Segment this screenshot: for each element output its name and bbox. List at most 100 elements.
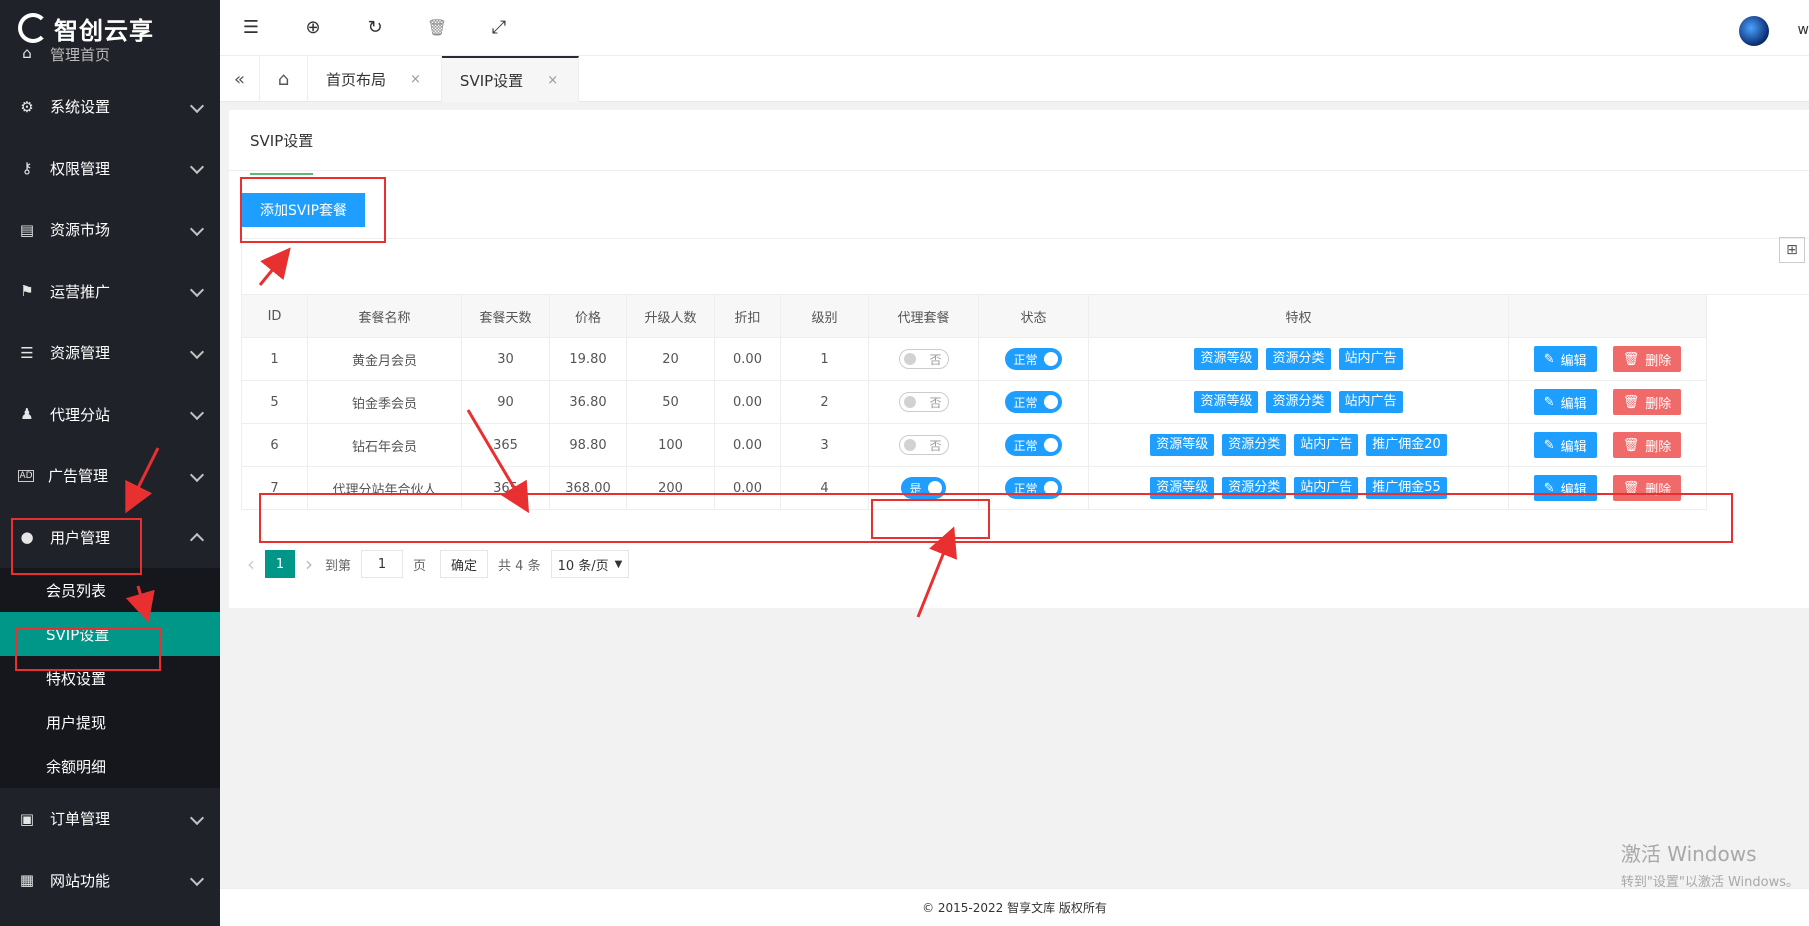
tab-label: 首页布局 bbox=[326, 70, 387, 89]
username[interactable]: w bbox=[1798, 22, 1809, 38]
edit-button[interactable]: ✎ 编辑 bbox=[1533, 475, 1597, 501]
group-icon: ♟ bbox=[20, 405, 34, 424]
close-icon[interactable]: × bbox=[410, 72, 421, 87]
cell-discount: 0.00 bbox=[714, 423, 781, 467]
sidebar-item-market[interactable]: ▤ 资源市场 bbox=[0, 199, 220, 261]
cell-price: 19.80 bbox=[549, 337, 627, 381]
double-chevron-left-icon[interactable]: « bbox=[220, 56, 260, 102]
col-header-price[interactable]: 价格 bbox=[549, 294, 627, 338]
delete-button[interactable]: 🗑 删除 bbox=[1612, 475, 1682, 501]
agent-toggle[interactable]: 否 bbox=[898, 349, 949, 369]
col-header-id[interactable]: ID bbox=[241, 294, 308, 338]
sidebar-subitem-privilege[interactable]: 特权设置 bbox=[0, 656, 220, 700]
edit-button[interactable]: ✎ 编辑 bbox=[1533, 389, 1597, 415]
next-page-icon[interactable]: › bbox=[305, 552, 313, 576]
trash-icon[interactable]: 🗑 bbox=[406, 0, 468, 56]
col-header-perks[interactable]: 特权 bbox=[1088, 294, 1509, 338]
stack-icon: ☰ bbox=[20, 343, 34, 362]
main-panel: SVIP设置 添加SVIP套餐 ⊞ ID 套餐名称 套餐天数 价格 升级人数 折… bbox=[229, 110, 1809, 608]
chevron-down-icon bbox=[189, 98, 205, 113]
sidebar-item-ads[interactable]: AD 广告管理 bbox=[0, 445, 220, 507]
status-toggle[interactable]: 正常 bbox=[1005, 477, 1062, 499]
sidebar-item-agent[interactable]: ♟ 代理分站 bbox=[0, 384, 220, 446]
sidebar-item-promotion[interactable]: ⚑ 运营推广 bbox=[0, 261, 220, 323]
agent-toggle[interactable]: 是 bbox=[901, 477, 946, 499]
panel-tab-svip[interactable]: SVIP设置 bbox=[250, 130, 314, 175]
delete-button[interactable]: 🗑 删除 bbox=[1612, 389, 1682, 415]
col-header-agent[interactable]: 代理套餐 bbox=[868, 294, 979, 338]
refresh-icon[interactable]: ↻ bbox=[344, 0, 406, 56]
col-header-discount[interactable]: 折扣 bbox=[714, 294, 781, 338]
cell-upgrade: 200 bbox=[626, 466, 715, 510]
add-svip-button[interactable]: 添加SVIP套餐 bbox=[242, 193, 366, 227]
sidebar-item-users[interactable]: ● 用户管理 bbox=[0, 507, 220, 569]
grid-icon: ▦ bbox=[19, 871, 35, 890]
cell-status: 正常 bbox=[978, 337, 1089, 381]
perk-tag: 资源分类 bbox=[1266, 391, 1331, 413]
table-toolbar bbox=[241, 238, 1809, 295]
edit-button[interactable]: ✎ 编辑 bbox=[1533, 346, 1597, 372]
sidebar-item-label: 系统设置 bbox=[50, 98, 111, 117]
sidebar-item-resources[interactable]: ☰ 资源管理 bbox=[0, 322, 220, 384]
sidebar-subitem-member-list[interactable]: 会员列表 bbox=[0, 568, 220, 612]
delete-button[interactable]: 🗑 删除 bbox=[1612, 346, 1682, 372]
sidebar-subitem-balance[interactable]: 余额明细 bbox=[0, 744, 220, 788]
tab-svip[interactable]: SVIP设置 × bbox=[441, 56, 580, 102]
watermark-line2: 转到"设置"以激活 Windows。 bbox=[1620, 875, 1799, 890]
globe-icon[interactable]: ⊕ bbox=[282, 0, 344, 56]
perk-tag: 资源分类 bbox=[1222, 434, 1287, 456]
logo-icon bbox=[18, 13, 48, 43]
edit-label: 编辑 bbox=[1560, 439, 1587, 455]
col-header-days[interactable]: 套餐天数 bbox=[461, 294, 550, 338]
sidebar-item-permission[interactable]: ⚷ 权限管理 bbox=[0, 138, 220, 200]
perk-tag: 资源分类 bbox=[1222, 477, 1287, 499]
avatar[interactable] bbox=[1739, 16, 1769, 46]
col-header-status[interactable]: 状态 bbox=[978, 294, 1089, 338]
perk-tag: 推广佣金20 bbox=[1366, 434, 1447, 456]
status-toggle[interactable]: 正常 bbox=[1005, 348, 1062, 370]
close-icon[interactable]: × bbox=[547, 73, 558, 88]
home-icon[interactable]: ⌂ bbox=[260, 56, 308, 102]
col-header-name[interactable]: 套餐名称 bbox=[307, 294, 462, 338]
page-current[interactable]: 1 bbox=[265, 550, 295, 578]
status-toggle[interactable]: 正常 bbox=[1005, 434, 1062, 456]
page-confirm-button[interactable]: 确定 bbox=[440, 550, 489, 578]
collapse-menu-icon[interactable]: ☰ bbox=[220, 0, 282, 56]
perk-tag: 资源等级 bbox=[1150, 477, 1215, 499]
pencil-icon: ✎ bbox=[1543, 394, 1555, 410]
per-page-select[interactable]: 10 条/页 ▼ bbox=[550, 550, 630, 578]
columns-toggle-icon[interactable]: ⊞ bbox=[1779, 237, 1805, 263]
sidebar-item-label: 订单管理 bbox=[50, 810, 111, 829]
delete-button[interactable]: 🗑 删除 bbox=[1612, 432, 1682, 458]
cell-agent: 是 bbox=[868, 466, 979, 510]
agent-toggle[interactable]: 否 bbox=[898, 435, 949, 455]
sidebar-item-site[interactable]: ▦ 网站功能 bbox=[0, 850, 220, 912]
sidebar-item-system[interactable]: ⚙ 系统设置 bbox=[0, 76, 220, 138]
cell-status: 正常 bbox=[978, 423, 1089, 467]
sidebar-item-home[interactable]: ⌂ 管理首页 bbox=[0, 44, 220, 76]
watermark-line1: 激活 Windows bbox=[1620, 842, 1757, 866]
sidebar-subitem-svip[interactable]: SVIP设置 bbox=[0, 612, 220, 656]
cell-agent: 否 bbox=[868, 380, 979, 424]
chevron-down-icon bbox=[189, 872, 205, 887]
sidebar-item-orders[interactable]: ▣ 订单管理 bbox=[0, 788, 220, 850]
edit-button[interactable]: ✎ 编辑 bbox=[1533, 432, 1597, 458]
delete-label: 删除 bbox=[1645, 353, 1672, 369]
cell-name: 黄金月会员 bbox=[307, 337, 462, 381]
sidebar-subitem-withdraw[interactable]: 用户提现 bbox=[0, 700, 220, 744]
cell-status: 正常 bbox=[978, 380, 1089, 424]
tab-home-layout[interactable]: 首页布局 × bbox=[308, 56, 442, 102]
chevron-down-icon bbox=[189, 467, 205, 482]
status-toggle[interactable]: 正常 bbox=[1005, 391, 1062, 413]
col-header-level[interactable]: 级别 bbox=[780, 294, 869, 338]
cell-upgrade: 20 bbox=[626, 337, 715, 381]
sidebar-item-label: 权限管理 bbox=[50, 159, 111, 178]
col-header-upgrade[interactable]: 升级人数 bbox=[626, 294, 715, 338]
cell-discount: 0.00 bbox=[714, 380, 781, 424]
cell-days: 90 bbox=[461, 380, 550, 424]
perk-tag: 资源等级 bbox=[1194, 391, 1259, 413]
agent-toggle[interactable]: 否 bbox=[898, 392, 949, 412]
page-input[interactable]: 1 bbox=[361, 550, 404, 578]
prev-page-icon[interactable]: ‹ bbox=[247, 552, 255, 576]
fullscreen-icon[interactable]: ⤢ bbox=[468, 0, 530, 56]
